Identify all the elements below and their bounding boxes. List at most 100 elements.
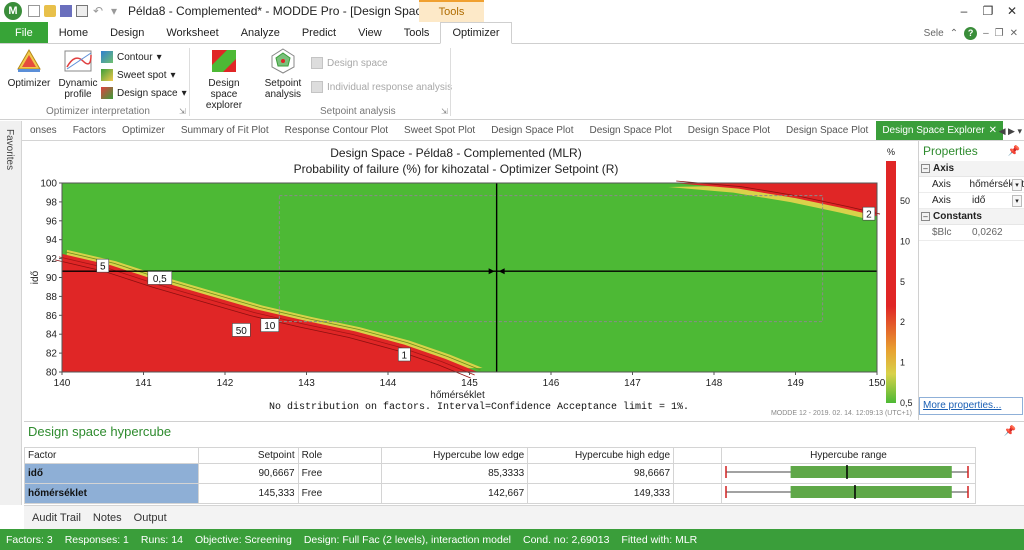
restore-button[interactable]: ❐ <box>976 0 1000 22</box>
range-cell <box>720 463 977 484</box>
low-edge-cell[interactable]: 142,667 <box>381 483 529 504</box>
tab-file[interactable]: File <box>0 22 48 43</box>
more-properties-link[interactable]: More properties... <box>919 397 1023 415</box>
design-space-explorer-button[interactable]: Design space explorer <box>194 47 254 111</box>
pin-icon[interactable]: 📌 <box>1004 426 1016 437</box>
y-tick-label: 88 <box>46 292 58 303</box>
modde-logo-icon[interactable]: M <box>4 2 22 20</box>
tab-home[interactable]: Home <box>48 22 99 43</box>
tab-analyze[interactable]: Analyze <box>230 22 291 43</box>
tab-design-space-3[interactable]: Design Space Plot <box>680 125 778 136</box>
tab-sweet-spot[interactable]: Sweet Spot Plot <box>396 125 483 136</box>
x-axis-label: hőmérséklet <box>430 390 485 401</box>
setpoint-cell[interactable]: 145,333 <box>197 483 299 504</box>
col-high-edge[interactable]: Hypercube high edge <box>527 447 675 464</box>
table-row[interactable]: idő 90,6667 Free 85,3333 98,6667 <box>24 463 977 484</box>
tab-predict[interactable]: Predict <box>291 22 347 43</box>
colorbar-tick-label: 50 <box>900 196 910 206</box>
tab-optimizer[interactable]: Optimizer <box>440 22 512 44</box>
low-edge-cell[interactable]: 85,3333 <box>381 463 529 484</box>
col-factor[interactable]: Factor <box>24 447 199 464</box>
minimize-button[interactable]: – <box>952 0 976 22</box>
col-role[interactable]: Role <box>297 447 383 464</box>
prop-category-axis[interactable]: – Axis <box>919 161 1024 177</box>
role-cell[interactable]: Free <box>297 463 383 484</box>
qat-dropdown-icon[interactable]: ▾ <box>108 5 120 17</box>
design-space-button[interactable]: Design space ▾ <box>101 87 187 99</box>
y-tick-label: 94 <box>46 235 58 246</box>
tab-scroll-arrows-icon[interactable]: ◀ ▶ ▾ <box>999 121 1022 140</box>
doc-close-button[interactable]: ✕ <box>1010 28 1018 39</box>
collapse-icon[interactable]: – <box>921 212 930 221</box>
undo-icon[interactable]: ↶ <box>92 5 104 17</box>
setpoint-cell[interactable]: 90,6667 <box>197 463 299 484</box>
ribbon-right-controls: Sele ⌃ ? – ❐ ✕ <box>924 22 1018 44</box>
prop-row-axis-y[interactable]: Axis idő ▾ <box>919 193 1024 209</box>
title-bar: M ↶ ▾ Példa8 - Complemented* - MODDE Pro… <box>0 0 1024 22</box>
tab-notes[interactable]: Notes <box>89 512 126 524</box>
close-tab-icon[interactable]: ✕ <box>989 125 997 136</box>
open-folder-icon[interactable] <box>44 5 56 17</box>
heatmap-chart[interactable]: 5 0,5 50 10 1 2 140 141 142 143 144 145 146 147 148 149… <box>24 141 916 420</box>
pin-icon[interactable]: 📌 <box>1008 146 1020 157</box>
range-hypercube-fill <box>790 466 952 478</box>
tab-response-contour[interactable]: Response Contour Plot <box>277 125 396 136</box>
optimizer-button[interactable]: Optimizer <box>6 47 52 89</box>
col-setpoint[interactable]: Setpoint <box>197 447 299 464</box>
tab-view[interactable]: View <box>347 22 393 43</box>
contour-label: 2 <box>862 206 876 221</box>
favorites-strip[interactable]: Favorites <box>0 121 22 505</box>
status-objective: Objective: Screening <box>194 533 292 546</box>
setpoint-analysis-icon <box>271 48 295 74</box>
collapse-icon[interactable]: – <box>921 164 930 173</box>
doc-restore-button[interactable]: ❐ <box>995 28 1004 39</box>
tab-design[interactable]: Design <box>99 22 155 43</box>
help-icon[interactable]: ? <box>964 26 978 40</box>
col-low-edge[interactable]: Hypercube low edge <box>381 447 529 464</box>
tab-optimizer-doc[interactable]: Optimizer <box>114 125 173 136</box>
factor-cell[interactable]: idő <box>24 463 199 484</box>
prop-row-blc[interactable]: $Blc 0,0262 <box>919 225 1024 241</box>
dialog-launcher-icon[interactable]: ⇲ <box>441 107 448 116</box>
tab-output[interactable]: Output <box>130 512 171 524</box>
status-responses: Responses: 1 <box>64 533 129 546</box>
close-button[interactable]: ✕ <box>1000 0 1024 22</box>
save-icon[interactable] <box>60 5 72 17</box>
tab-worksheet[interactable]: Worksheet <box>155 22 229 43</box>
tab-summary-of-fit[interactable]: Summary of Fit Plot <box>173 125 277 136</box>
high-edge-cell[interactable]: 98,6667 <box>527 463 675 484</box>
contour-button[interactable]: Contour ▾ <box>101 51 162 63</box>
doc-minimize-button[interactable]: – <box>983 28 989 39</box>
tab-design-space-4[interactable]: Design Space Plot <box>778 125 876 136</box>
tab-tools[interactable]: Tools <box>393 22 441 43</box>
tab-responses[interactable]: onses <box>22 125 65 136</box>
table-row[interactable]: hőmérséklet 145,333 Free 142,667 149,333 <box>24 483 977 504</box>
sweet-spot-button[interactable]: Sweet spot ▾ <box>101 69 176 81</box>
design-space-icon <box>101 87 113 99</box>
col-range[interactable]: Hypercube range <box>720 447 977 464</box>
tab-design-space-2[interactable]: Design Space Plot <box>581 125 679 136</box>
design-space-plot[interactable]: Design Space - Példa8 - Complemented (ML… <box>24 141 916 420</box>
prop-category-constants[interactable]: – Constants <box>919 209 1024 225</box>
x-tick-label: 140 <box>54 378 71 389</box>
dialog-launcher-icon[interactable]: ⇲ <box>179 107 186 116</box>
tab-design-space-explorer[interactable]: Design Space Explorer ✕ <box>876 121 1003 140</box>
individual-response-button[interactable]: Individual response analysis <box>311 81 452 93</box>
role-cell[interactable]: Free <box>297 483 383 504</box>
tab-factors[interactable]: Factors <box>65 125 114 136</box>
high-edge-cell[interactable]: 149,333 <box>527 483 675 504</box>
select-box[interactable]: Sele <box>924 28 944 39</box>
factor-cell[interactable]: hőmérséklet <box>24 483 199 504</box>
collapse-ribbon-icon[interactable]: ⌃ <box>950 28 958 39</box>
design-space-disabled-button[interactable]: Design space <box>311 57 388 69</box>
tab-design-space-1[interactable]: Design Space Plot <box>483 125 581 136</box>
copy-icon[interactable] <box>76 5 88 17</box>
prop-row-axis-x[interactable]: Axis hőmérséklet ▾ <box>919 177 1024 193</box>
setpoint-analysis-button[interactable]: Setpoint analysis <box>262 47 304 100</box>
tab-audit-trail[interactable]: Audit Trail <box>28 512 85 524</box>
dynamic-profile-button[interactable]: Dynamic profile <box>56 47 100 100</box>
dropdown-icon[interactable]: ▾ <box>1012 178 1022 191</box>
new-file-icon[interactable] <box>28 5 40 17</box>
dropdown-icon[interactable]: ▾ <box>1012 194 1022 207</box>
ribbon-tabs: File Home Design Worksheet Analyze Predi… <box>0 22 1024 44</box>
